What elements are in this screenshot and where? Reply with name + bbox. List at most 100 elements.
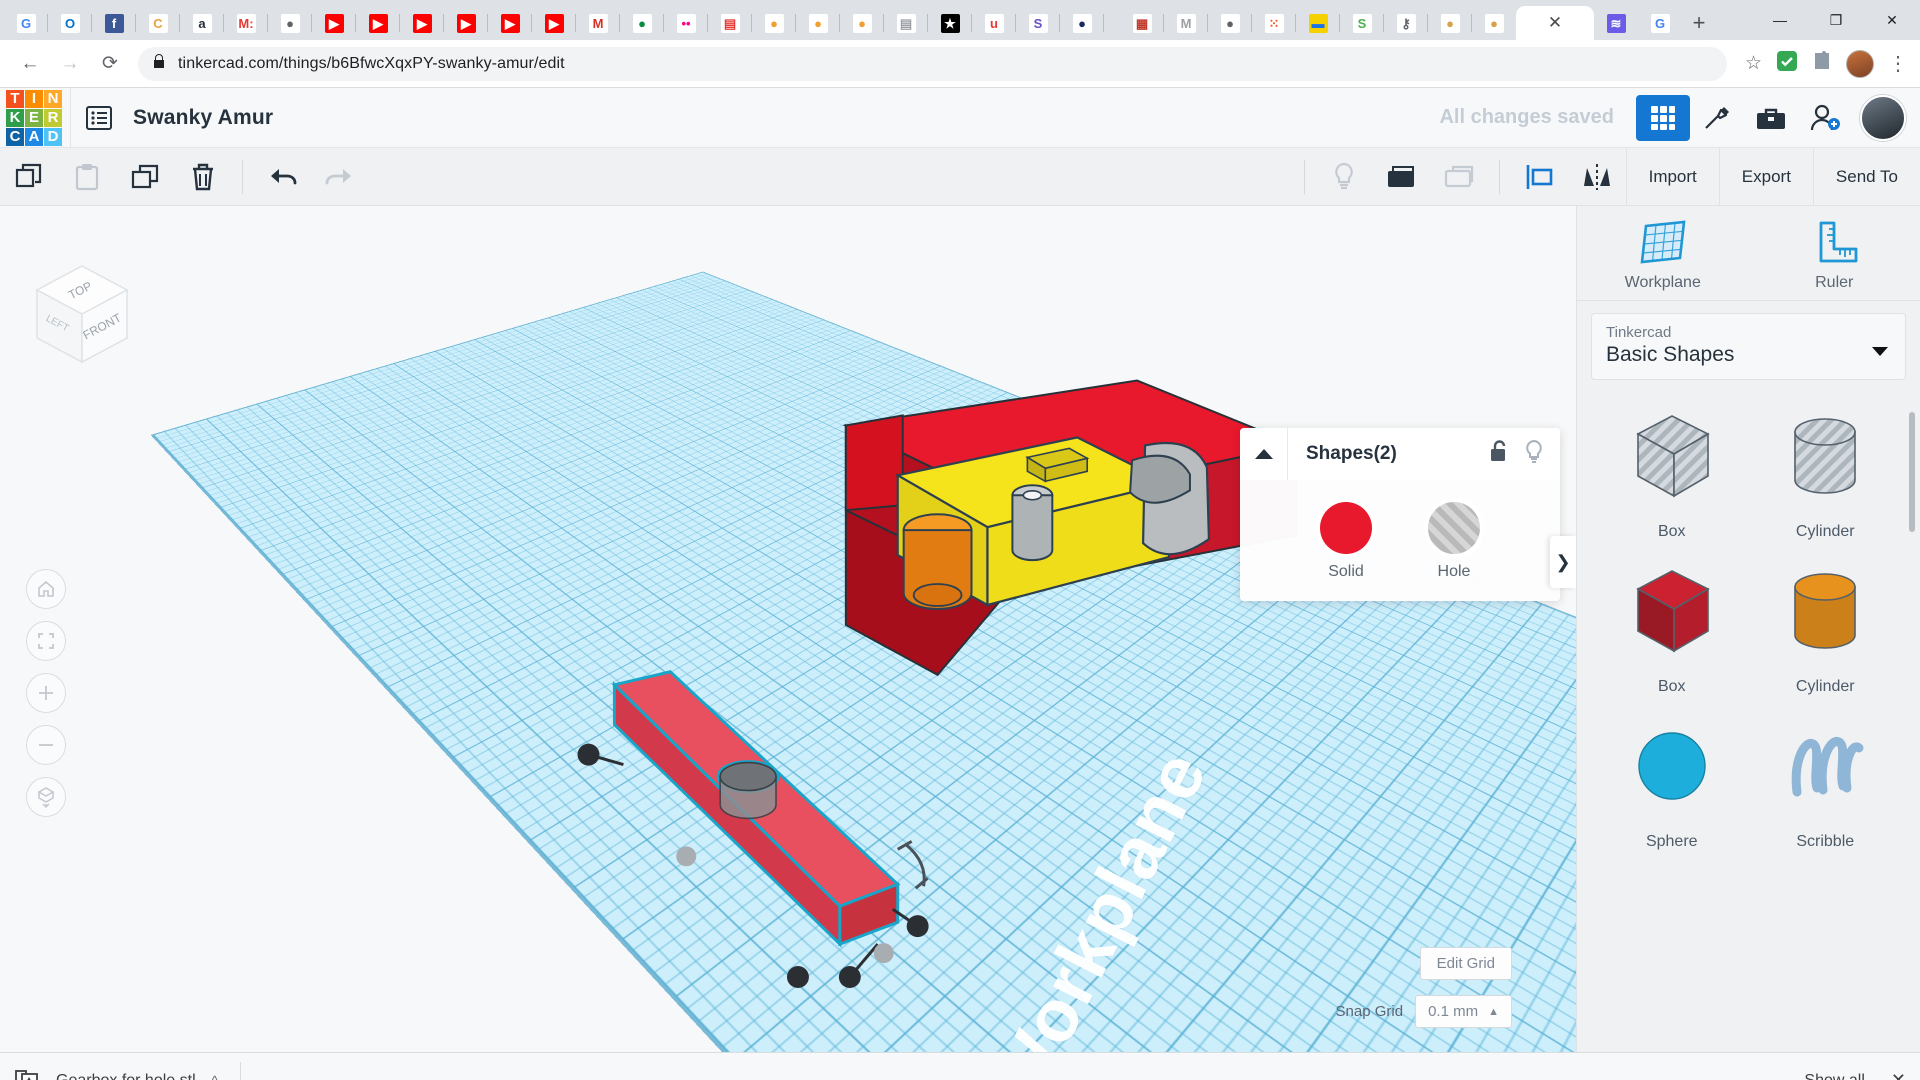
browser-tab-youtube-5[interactable]: ▶	[488, 6, 532, 40]
zoom-out-button[interactable]	[26, 725, 66, 765]
reload-button[interactable]: ⟳	[92, 46, 128, 82]
caret-up-icon[interactable]	[1240, 428, 1288, 480]
browser-tab-gray-doc-site[interactable]: ▤	[884, 6, 928, 40]
collapse-panel-handle[interactable]: ❯	[1550, 536, 1576, 588]
chrome-menu-icon[interactable]: ⋮	[1888, 51, 1908, 76]
export-button[interactable]: Export	[1719, 148, 1813, 206]
unlock-icon[interactable]	[1488, 439, 1510, 470]
new-tab-button[interactable]: +	[1682, 6, 1716, 40]
delete-button[interactable]	[174, 148, 232, 206]
browser-tab-globe-site[interactable]: ●	[268, 6, 312, 40]
chevron-up-icon[interactable]: ^	[212, 1073, 218, 1080]
browser-tab-amazon[interactable]: a	[180, 6, 224, 40]
browser-tab-mathway[interactable]: M:	[224, 6, 268, 40]
copy-button[interactable]	[0, 148, 58, 206]
browser-tab-youtube-2[interactable]: ▶	[356, 6, 400, 40]
browser-tab-youtube-6[interactable]: ▶	[532, 6, 576, 40]
home-view-button[interactable]	[26, 569, 66, 609]
close-downloads-icon[interactable]: ✕	[1891, 1070, 1906, 1080]
browser-tab-green-oval-site[interactable]: ●	[620, 6, 664, 40]
fit-view-button[interactable]	[26, 621, 66, 661]
solid-option[interactable]: Solid	[1320, 502, 1372, 581]
extension-check-icon[interactable]	[1776, 50, 1798, 77]
solid-swatch[interactable]	[1320, 502, 1372, 554]
address-bar[interactable]: tinkercad.com/things/b6BfwcXqxPY-swanky-…	[138, 47, 1727, 81]
browser-tab-chegg[interactable]: C	[136, 6, 180, 40]
view-cube[interactable]: TOP LEFT FRONT	[22, 254, 142, 374]
browser-tab-s-site[interactable]: S	[1016, 6, 1060, 40]
browser-tab-globe-site-2[interactable]: ●	[1208, 6, 1252, 40]
send-to-button[interactable]: Send To	[1813, 148, 1920, 206]
hide-button[interactable]	[1315, 148, 1373, 206]
close-icon[interactable]: ✕	[1548, 13, 1562, 33]
active-tab[interactable]: ✕	[1516, 6, 1594, 40]
minimize-button[interactable]: —	[1752, 0, 1808, 40]
browser-tab-gmail[interactable]: M	[576, 6, 620, 40]
browser-tab-orange-dots-site[interactable]: ⁙	[1252, 6, 1296, 40]
import-button[interactable]: Import	[1626, 148, 1719, 206]
download-item[interactable]: Gearbox for hole.stl ^	[14, 1062, 241, 1080]
browser-tab-keychain-site[interactable]: ⚷	[1384, 6, 1428, 40]
browser-tab-bulb-site-2[interactable]: ●	[796, 6, 840, 40]
browser-tab-grad-cap-site[interactable]: ●	[1060, 6, 1104, 40]
browser-tab-facebook[interactable]: f	[92, 6, 136, 40]
project-menu-button[interactable]	[71, 88, 127, 148]
shape-cylinder-hole[interactable]: Cylinder	[1749, 404, 1903, 541]
ruler-tool[interactable]: Ruler	[1749, 218, 1920, 292]
workplane-tool[interactable]: Workplane	[1577, 218, 1749, 292]
shape-gallery[interactable]: Box Cylinder Box Cylinder Sphere Scribble	[1577, 390, 1920, 1052]
align-button[interactable]	[1510, 148, 1568, 206]
invite-button[interactable]	[1798, 95, 1852, 141]
shape-gallery-scrollbar[interactable]	[1909, 412, 1915, 532]
3d-viewport[interactable]: Workplane TOP LEFT FRONT Shapes(2) Solid…	[0, 206, 1576, 1052]
bookmark-star-icon[interactable]: ☆	[1745, 52, 1762, 75]
maximize-button[interactable]: ❐	[1808, 0, 1864, 40]
design-view-button[interactable]	[1636, 95, 1690, 141]
duplicate-button[interactable]	[116, 148, 174, 206]
shape-cylinder-orange[interactable]: Cylinder	[1749, 559, 1903, 696]
browser-tab-calendar-site[interactable]: ▦	[1120, 6, 1164, 40]
browser-tab-bulb-site-1[interactable]: ●	[752, 6, 796, 40]
browser-tab-youtube-4[interactable]: ▶	[444, 6, 488, 40]
browser-tab-red-doc-site[interactable]: ▤	[708, 6, 752, 40]
mirror-button[interactable]	[1568, 148, 1626, 206]
caret-down-icon[interactable]	[1871, 344, 1889, 362]
browser-tab-u-site[interactable]: u	[972, 6, 1016, 40]
redo-button[interactable]	[311, 148, 369, 206]
browser-tab-map-site[interactable]: ▬	[1296, 6, 1340, 40]
gallery-button[interactable]	[1744, 95, 1798, 141]
shape-sphere-blue[interactable]: Sphere	[1595, 714, 1749, 851]
undo-button[interactable]	[253, 148, 311, 206]
browser-tab-autodesk-site[interactable]: ≋	[1594, 6, 1638, 40]
shape-library-selector[interactable]: Tinkercad Basic Shapes	[1591, 313, 1906, 380]
close-window-button[interactable]: ✕	[1864, 0, 1920, 40]
hole-swatch[interactable]	[1428, 502, 1480, 554]
zoom-in-button[interactable]	[26, 673, 66, 713]
profile-avatar[interactable]	[1846, 50, 1874, 78]
browser-tab-tinkercad-tab-2[interactable]: ●	[1472, 6, 1516, 40]
hole-option[interactable]: Hole	[1428, 502, 1480, 581]
browser-tab-youtube-3[interactable]: ▶	[400, 6, 444, 40]
browser-tab-m-script-site[interactable]: M	[1164, 6, 1208, 40]
browser-tab-star-site[interactable]: ★	[928, 6, 972, 40]
snap-grid-select[interactable]: 0.1 mm ▲	[1415, 995, 1512, 1028]
page-title[interactable]: Swanky Amur	[133, 106, 273, 130]
group-button[interactable]	[1373, 148, 1431, 206]
browser-tab-tinkercad-tab-1[interactable]: ●	[1428, 6, 1472, 40]
shape-box-red[interactable]: Box	[1595, 559, 1749, 696]
shape-scribble[interactable]: Scribble	[1749, 714, 1903, 851]
user-avatar[interactable]	[1860, 95, 1906, 141]
browser-tab-outlook[interactable]: O	[48, 6, 92, 40]
ungroup-button[interactable]	[1431, 148, 1489, 206]
edit-grid-button[interactable]: Edit Grid	[1420, 947, 1512, 980]
ortho-view-button[interactable]	[26, 777, 66, 817]
show-all-downloads-button[interactable]: Show all	[1804, 1072, 1864, 1080]
browser-tab-youtube-1[interactable]: ▶	[312, 6, 356, 40]
tinkercad-logo[interactable]: TIN KER CAD	[6, 90, 62, 146]
browser-tab-stem-site[interactable]: S	[1340, 6, 1384, 40]
extension-puzzle-icon[interactable]	[1812, 51, 1832, 76]
browser-tab-bulb-site-3[interactable]: ●	[840, 6, 884, 40]
lightbulb-icon[interactable]	[1524, 439, 1544, 470]
paste-button[interactable]	[58, 148, 116, 206]
browser-tab-flickr[interactable]: ••	[664, 6, 708, 40]
